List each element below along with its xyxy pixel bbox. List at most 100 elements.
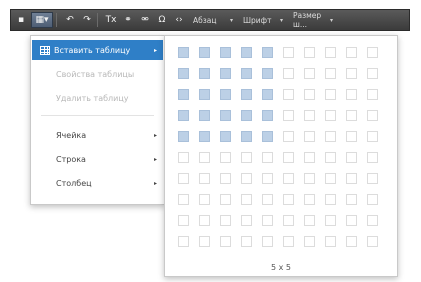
table-grid-cell[interactable]: [241, 131, 252, 142]
table-grid-cell[interactable]: [220, 47, 231, 58]
table-grid-cell[interactable]: [304, 68, 315, 79]
table-grid-cell[interactable]: [199, 194, 210, 205]
table-grid-cell[interactable]: [304, 131, 315, 142]
table-grid-cell[interactable]: [325, 236, 336, 247]
menu-item-6[interactable]: Столбец ▸: [32, 173, 163, 193]
table-grid-cell[interactable]: [367, 89, 378, 100]
table-grid-cell[interactable]: [262, 47, 273, 58]
table-grid-cell[interactable]: [241, 215, 252, 226]
save-icon[interactable]: ▪: [14, 12, 28, 28]
table-grid-cell[interactable]: [220, 236, 231, 247]
source-code-icon[interactable]: ‹›: [172, 12, 186, 28]
table-grid-cell[interactable]: [283, 236, 294, 247]
table-grid-cell[interactable]: [262, 173, 273, 184]
redo-icon[interactable]: ↷: [80, 12, 94, 28]
table-grid-cell[interactable]: [199, 47, 210, 58]
table-grid-cell[interactable]: [262, 152, 273, 163]
table-grid-cell[interactable]: [178, 215, 189, 226]
table-grid-cell[interactable]: [283, 173, 294, 184]
link-icon[interactable]: ⚭: [121, 12, 135, 28]
table-grid-cell[interactable]: [304, 89, 315, 100]
table-grid-cell[interactable]: [262, 68, 273, 79]
table-grid-cell[interactable]: [283, 68, 294, 79]
table-grid-cell[interactable]: [220, 110, 231, 121]
table-grid-cell[interactable]: [367, 152, 378, 163]
table-grid-cell[interactable]: [199, 68, 210, 79]
table-grid-cell[interactable]: [367, 236, 378, 247]
table-grid-cell[interactable]: [325, 68, 336, 79]
table-grid-cell[interactable]: [367, 215, 378, 226]
table-grid-cell[interactable]: [178, 236, 189, 247]
table-grid-cell[interactable]: [262, 89, 273, 100]
table-icon[interactable]: ▦▾: [31, 12, 53, 28]
table-grid-cell[interactable]: [304, 110, 315, 121]
table-grid-cell[interactable]: [325, 173, 336, 184]
table-grid-cell[interactable]: [304, 236, 315, 247]
table-grid-cell[interactable]: [220, 68, 231, 79]
font-size-select[interactable]: Размер ш... ▾: [290, 11, 336, 29]
table-grid-cell[interactable]: [304, 215, 315, 226]
table-grid-cell[interactable]: [262, 131, 273, 142]
table-grid-cell[interactable]: [220, 89, 231, 100]
table-grid-cell[interactable]: [178, 89, 189, 100]
table-grid-cell[interactable]: [178, 131, 189, 142]
table-grid-cell[interactable]: [367, 194, 378, 205]
table-grid-cell[interactable]: [325, 89, 336, 100]
table-grid-cell[interactable]: [241, 68, 252, 79]
table-grid-cell[interactable]: [367, 131, 378, 142]
table-grid-cell[interactable]: [283, 194, 294, 205]
table-grid-cell[interactable]: [178, 194, 189, 205]
table-grid-cell[interactable]: [262, 215, 273, 226]
table-grid-cell[interactable]: [346, 173, 357, 184]
table-grid-cell[interactable]: [199, 236, 210, 247]
table-grid-cell[interactable]: [178, 173, 189, 184]
table-grid-cell[interactable]: [325, 152, 336, 163]
table-grid-cell[interactable]: [367, 110, 378, 121]
table-grid-cell[interactable]: [178, 110, 189, 121]
table-grid-cell[interactable]: [178, 152, 189, 163]
table-grid-cell[interactable]: [304, 47, 315, 58]
table-grid-cell[interactable]: [304, 173, 315, 184]
table-grid-cell[interactable]: [346, 89, 357, 100]
table-grid-cell[interactable]: [304, 194, 315, 205]
table-grid-cell[interactable]: [199, 110, 210, 121]
table-grid-cell[interactable]: [241, 47, 252, 58]
table-grid-cell[interactable]: [262, 194, 273, 205]
table-grid-cell[interactable]: [241, 152, 252, 163]
table-grid-cell[interactable]: [283, 47, 294, 58]
table-grid-cell[interactable]: [241, 110, 252, 121]
table-grid-cell[interactable]: [220, 215, 231, 226]
unlink-icon[interactable]: ⚮: [138, 12, 152, 28]
table-grid-cell[interactable]: [367, 68, 378, 79]
table-grid-cell[interactable]: [346, 236, 357, 247]
table-grid-cell[interactable]: [325, 131, 336, 142]
table-grid-cell[interactable]: [325, 47, 336, 58]
table-grid-cell[interactable]: [283, 89, 294, 100]
table-grid-cell[interactable]: [346, 47, 357, 58]
table-grid-cell[interactable]: [283, 131, 294, 142]
table-grid-cell[interactable]: [325, 215, 336, 226]
table-grid-cell[interactable]: [199, 131, 210, 142]
table-grid-cell[interactable]: [199, 215, 210, 226]
table-grid-cell[interactable]: [283, 152, 294, 163]
table-grid-cell[interactable]: [241, 236, 252, 247]
clear-format-icon[interactable]: Tx: [104, 12, 118, 28]
table-grid-cell[interactable]: [241, 89, 252, 100]
undo-icon[interactable]: ↶: [63, 12, 77, 28]
table-grid-cell[interactable]: [241, 173, 252, 184]
table-grid-cell[interactable]: [346, 131, 357, 142]
special-char-icon[interactable]: Ω: [155, 12, 169, 28]
table-grid-cell[interactable]: [220, 173, 231, 184]
table-grid-cell[interactable]: [199, 173, 210, 184]
table-grid-cell[interactable]: [346, 194, 357, 205]
table-grid-cell[interactable]: [304, 152, 315, 163]
table-grid-cell[interactable]: [325, 194, 336, 205]
table-grid-cell[interactable]: [367, 47, 378, 58]
menu-item-4[interactable]: Ячейка ▸: [32, 125, 163, 145]
menu-item-5[interactable]: Строка ▸: [32, 149, 163, 169]
table-grid-cell[interactable]: [283, 110, 294, 121]
table-grid-cell[interactable]: [199, 89, 210, 100]
font-select[interactable]: Шрифт ▾: [240, 13, 286, 27]
table-grid-cell[interactable]: [220, 152, 231, 163]
table-grid-cell[interactable]: [346, 215, 357, 226]
